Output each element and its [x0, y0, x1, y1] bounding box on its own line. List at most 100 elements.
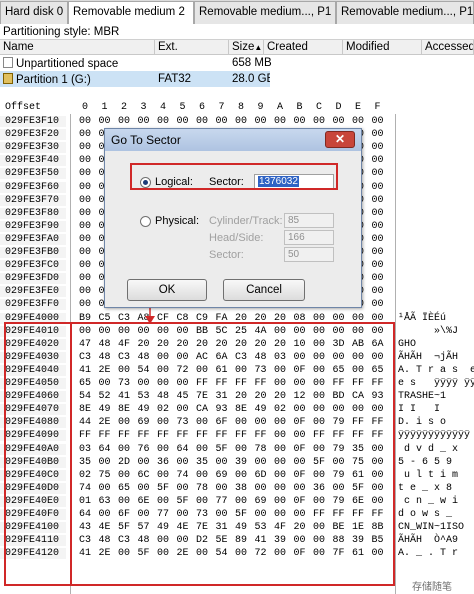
hex-byte[interactable]: 00 [176, 378, 190, 389]
hex-byte[interactable]: 48 [98, 339, 112, 350]
hex-byte[interactable]: 00 [234, 116, 248, 127]
hex-byte[interactable]: 2E [98, 548, 112, 559]
hex-byte[interactable]: 79 [332, 417, 346, 428]
hex-byte[interactable]: 57 [137, 522, 151, 533]
hex-byte[interactable]: FF [254, 430, 268, 441]
hex-byte[interactable]: 00 [78, 208, 92, 219]
hex-byte[interactable]: 79 [332, 470, 346, 481]
hex-byte[interactable]: 76 [137, 444, 151, 455]
hex-byte[interactable]: 00 [195, 365, 209, 376]
hex-byte[interactable]: 00 [78, 260, 92, 271]
hex-byte[interactable]: CF [156, 313, 170, 324]
hex-byte[interactable]: 00 [117, 470, 131, 481]
hex-byte[interactable]: 48 [254, 352, 268, 363]
hex-byte[interactable]: 73 [176, 417, 190, 428]
hex-byte[interactable]: 00 [273, 470, 287, 481]
hex-byte[interactable]: FF [371, 509, 385, 520]
hex-byte[interactable]: BE [332, 522, 346, 533]
hex-byte[interactable]: 5E [215, 535, 229, 546]
hex-byte[interactable]: 35 [351, 444, 365, 455]
hex-byte[interactable]: 00 [156, 548, 170, 559]
hex-byte[interactable]: 53 [137, 391, 151, 402]
hex-byte[interactable]: 00 [195, 116, 209, 127]
hex-byte[interactable]: 20 [234, 391, 248, 402]
hex-byte[interactable]: 00 [273, 326, 287, 337]
hex-byte[interactable]: 5F [137, 548, 151, 559]
hex-byte[interactable]: C3 [117, 535, 131, 546]
hex-byte[interactable]: 00 [176, 116, 190, 127]
hex-byte[interactable]: D2 [195, 535, 209, 546]
hex-byte[interactable]: 00 [234, 444, 248, 455]
hex-byte[interactable]: 00 [215, 457, 229, 468]
hex-byte[interactable]: C3 [117, 352, 131, 363]
physical-radio[interactable] [140, 216, 151, 227]
hex-byte[interactable]: 77 [156, 509, 170, 520]
hex-byte[interactable]: 00 [371, 548, 385, 559]
logical-radio[interactable] [140, 177, 151, 188]
hex-byte[interactable]: 00 [117, 417, 131, 428]
hex-byte[interactable]: C3 [234, 352, 248, 363]
hex-byte[interactable]: 20 [273, 391, 287, 402]
hex-byte[interactable]: 00 [273, 444, 287, 455]
hex-byte[interactable]: 2E [98, 417, 112, 428]
hex-byte[interactable]: 00 [312, 378, 326, 389]
hex-byte[interactable]: 00 [156, 470, 170, 481]
hex-byte[interactable]: 00 [137, 457, 151, 468]
hex-byte[interactable]: BD [332, 391, 346, 402]
hex-byte[interactable]: 00 [312, 496, 326, 507]
hex-byte[interactable]: 1E [351, 522, 365, 533]
hex-byte[interactable]: 6C [137, 470, 151, 481]
hex-byte[interactable]: 00 [293, 352, 307, 363]
hex-byte[interactable]: 5F [312, 457, 326, 468]
hex-byte[interactable]: 20 [234, 339, 248, 350]
hex-byte[interactable]: 00 [351, 404, 365, 415]
hex-byte[interactable]: FF [371, 378, 385, 389]
hex-byte[interactable]: 5F [117, 522, 131, 533]
hex-byte[interactable]: 00 [371, 352, 385, 363]
hex-byte[interactable]: FF [156, 430, 170, 441]
hex-byte[interactable]: FF [351, 417, 365, 428]
hex-byte[interactable]: 2E [98, 365, 112, 376]
hex-byte[interactable]: 00 [156, 444, 170, 455]
hex-byte[interactable]: 00 [254, 483, 268, 494]
hex-byte[interactable]: 6E [137, 496, 151, 507]
hex-byte[interactable]: FF [195, 430, 209, 441]
hex-byte[interactable]: 00 [293, 483, 307, 494]
hex-byte[interactable]: 00 [312, 313, 326, 324]
hex-byte[interactable]: 00 [351, 313, 365, 324]
hex-byte[interactable]: 00 [137, 483, 151, 494]
hex-byte[interactable]: 10 [293, 339, 307, 350]
hex-byte[interactable]: 00 [195, 470, 209, 481]
hex-byte[interactable]: 64 [78, 509, 92, 520]
hex-byte[interactable]: 8B [371, 522, 385, 533]
hex-byte[interactable]: 00 [234, 496, 248, 507]
hex-byte[interactable]: 20 [254, 339, 268, 350]
hex-byte[interactable]: 5F [215, 444, 229, 455]
hex-byte[interactable]: 00 [98, 483, 112, 494]
hex-byte[interactable]: 61 [215, 365, 229, 376]
hex-byte[interactable]: 00 [78, 234, 92, 245]
hex-byte[interactable]: 00 [137, 378, 151, 389]
hex-byte[interactable]: 73 [195, 509, 209, 520]
hex-byte[interactable]: 54 [215, 548, 229, 559]
hex-byte[interactable]: 5F [351, 483, 365, 494]
hex-byte[interactable]: 41 [254, 535, 268, 546]
hex-byte[interactable]: 00 [78, 299, 92, 310]
hex-byte[interactable]: 65 [117, 483, 131, 494]
hex-byte[interactable]: 35 [78, 457, 92, 468]
hex-byte[interactable]: 4F [273, 522, 287, 533]
hex-byte[interactable]: 00 [254, 509, 268, 520]
hex-byte[interactable]: 00 [371, 299, 385, 310]
hex-byte[interactable]: FF [312, 430, 326, 441]
tab-removable-medium-2[interactable]: Removable medium 2 [68, 1, 194, 25]
hex-byte[interactable]: 00 [234, 365, 248, 376]
hex-byte[interactable]: 20 [273, 339, 287, 350]
hex-byte[interactable]: 79 [332, 496, 346, 507]
hex-byte[interactable]: 00 [293, 404, 307, 415]
hex-byte[interactable]: 00 [273, 457, 287, 468]
hex-byte[interactable]: 49 [156, 522, 170, 533]
hex-byte[interactable]: 64 [98, 444, 112, 455]
hex-byte[interactable]: 00 [156, 365, 170, 376]
table-row[interactable]: Unpartitioned space 658 MB [0, 55, 474, 71]
hex-byte[interactable]: 0F [293, 365, 307, 376]
